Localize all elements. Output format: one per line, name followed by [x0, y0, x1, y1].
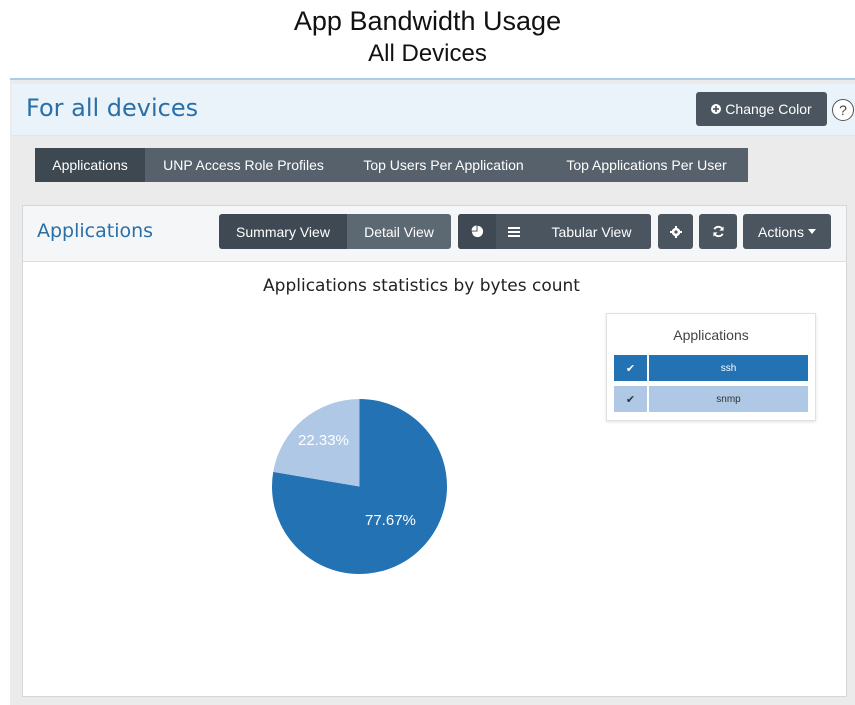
list-view-button[interactable]: [496, 214, 532, 249]
actions-label: Actions: [758, 223, 804, 240]
figure-title: App Bandwidth Usage: [293, 6, 562, 36]
panel-title: Applications: [37, 220, 154, 242]
list-icon: [508, 226, 520, 237]
check-icon: ✔: [614, 386, 649, 412]
change-color-button[interactable]: Change Color: [696, 92, 827, 126]
legend-label-snmp: snmp: [649, 386, 808, 412]
settings-button[interactable]: [658, 214, 693, 249]
actions-dropdown[interactable]: Actions: [743, 214, 831, 249]
caret-down-icon: [807, 229, 816, 234]
tab-bar: Applications UNP Access Role Profiles To…: [35, 148, 748, 182]
legend-item-snmp[interactable]: ✔ snmp: [614, 386, 808, 412]
pie-chart: [272, 399, 447, 574]
tab-unp-access-role-profiles[interactable]: UNP Access Role Profiles: [145, 148, 342, 182]
pie-chart-icon: [470, 225, 483, 238]
legend-title: Applications: [673, 327, 749, 343]
page-title: For all devices: [26, 94, 199, 122]
legend-label-ssh: ssh: [649, 355, 808, 381]
detail-view-button[interactable]: Detail View: [347, 214, 451, 249]
pie-view-button[interactable]: [458, 214, 496, 249]
refresh-icon: [712, 225, 724, 238]
tab-top-applications-per-user[interactable]: Top Applications Per User: [545, 148, 748, 182]
view-toggle: Summary View Detail View: [219, 214, 451, 249]
tabular-view-button[interactable]: Tabular View: [532, 214, 651, 249]
figure-subtitle: All Devices: [368, 40, 487, 67]
tab-applications[interactable]: Applications: [35, 148, 145, 182]
chart-title: Applications statistics by bytes count: [263, 276, 580, 296]
help-icon[interactable]: ?: [832, 99, 854, 121]
change-color-label: Change Color: [725, 101, 812, 117]
chart-type-toggle: Tabular View: [458, 214, 651, 249]
slice-label-snmp: 22.33%: [298, 432, 349, 449]
legend-item-ssh[interactable]: ✔ ssh: [614, 355, 808, 381]
check-icon: ✔: [614, 355, 649, 381]
slice-label-ssh: 77.67%: [365, 512, 416, 529]
tab-top-users-per-application[interactable]: Top Users Per Application: [342, 148, 545, 182]
summary-view-button[interactable]: Summary View: [219, 214, 347, 249]
circle-plus-icon: [711, 104, 722, 114]
refresh-button[interactable]: [699, 214, 737, 249]
gear-icon: [669, 225, 682, 238]
